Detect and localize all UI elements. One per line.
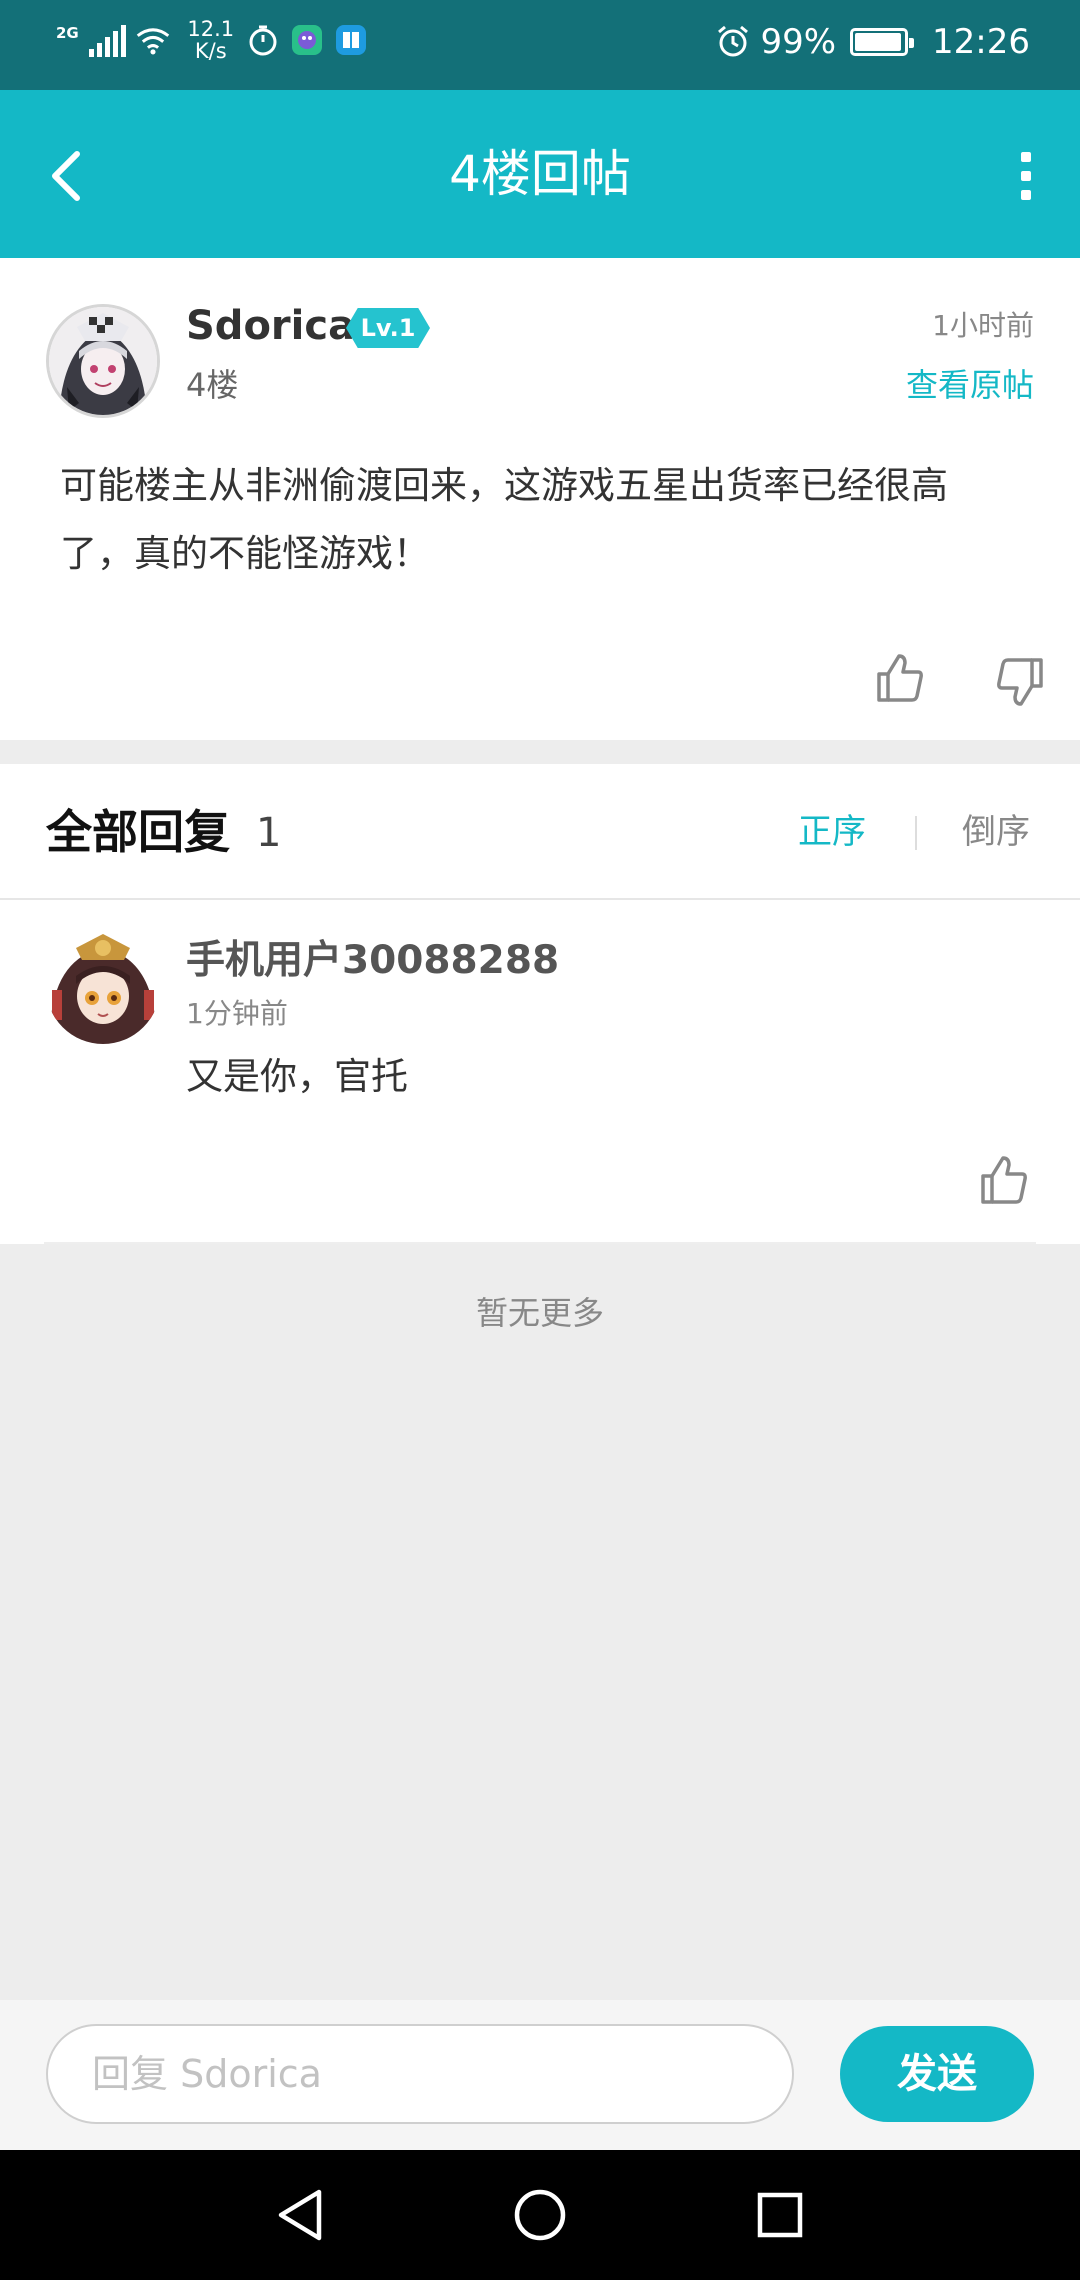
nav-recents-button[interactable] [745,2180,815,2250]
thumb-down-icon [997,658,1043,706]
reply-like-button[interactable] [974,1150,1034,1210]
signal-icon [88,23,126,57]
author-avatar[interactable] [46,304,160,418]
thumb-up-icon [877,654,923,702]
nav-home-button[interactable] [505,2180,575,2250]
status-bar: 2G 12.1 K/s 99% 12:26 [0,0,1080,90]
reply-author-name[interactable]: 手机用户30088288 [186,936,559,986]
floor-label: 4楼 [186,366,239,404]
battery-icon [850,28,915,56]
reply-item: 手机用户30088288 1分钟前 又是你，官托 [0,900,1080,1244]
nav-recents-icon [757,2192,803,2238]
timer-icon [246,23,280,57]
thumb-up-icon [981,1156,1027,1204]
net-speed: 12.1 K/s [186,18,236,62]
clock: 12:26 [932,22,1030,62]
net-speed-unit: K/s [194,39,227,63]
wifi-icon [136,23,170,57]
sort-divider [915,816,917,850]
post-time: 1小时前 [932,309,1034,342]
reply-content: 又是你，官托 [186,1055,408,1098]
divider [44,1242,1036,1244]
nav-back-icon [278,2189,322,2241]
status-right: 99% 12:26 [716,22,1030,62]
replies-count: 1 [256,810,282,856]
network-type: 2G [56,23,79,42]
view-original-link[interactable]: 查看原帖 [906,364,1034,406]
reply-author-avatar[interactable] [46,930,160,1044]
reply-time: 1分钟前 [186,997,288,1030]
app-notification-icon [290,23,324,57]
alarm-icon [716,25,750,59]
replies-title: 全部回复 [46,805,230,859]
nav-back-button[interactable] [265,2180,335,2250]
no-more-label: 暂无更多 [475,1294,604,1332]
send-button[interactable]: 发送 [840,2026,1034,2122]
net-speed-value: 12.1 [187,17,235,41]
reply-input-bar: 发送 [0,2000,1080,2150]
post-card: Sdorica Lv.1 4楼 1小时前 查看原帖 可能楼主从非洲偷渡回来，这游… [0,258,1080,740]
author-name[interactable]: Sdorica [186,300,355,352]
nav-home-icon [514,2189,566,2241]
system-nav-bar [0,2150,1080,2280]
app-bar: 4楼回帖 [0,90,1080,258]
sort-descending-button[interactable]: 倒序 [962,810,1030,854]
status-left: 2G 12.1 K/s [56,18,368,62]
more-options-button[interactable] [1000,140,1052,212]
dislike-button[interactable] [990,652,1050,712]
sort-ascending-button[interactable]: 正序 [798,810,866,854]
reply-input[interactable] [46,2024,794,2124]
level-badge: Lv.1 [346,308,430,348]
replies-header: 全部回复 1 正序 倒序 [0,764,1080,900]
book-app-icon [334,23,368,57]
like-button[interactable] [870,648,930,708]
battery-percent: 99% [760,22,837,62]
more-vertical-icon [1021,152,1031,200]
post-content: 可能楼主从非洲偷渡回来，这游戏五星出货率已经很高了，真的不能怪游戏！ [60,464,948,575]
page-title: 4楼回帖 [449,145,631,203]
